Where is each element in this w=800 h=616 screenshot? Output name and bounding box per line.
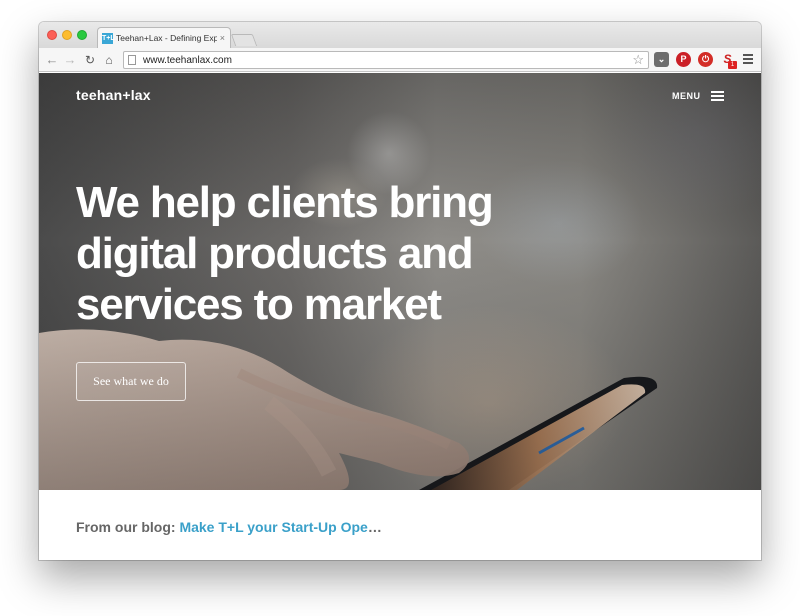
hero-headline: We help clients bring digital products a… [76, 178, 494, 329]
browser-toolbar: ← → ↻ ⌂ www.teehanlax.com ☆ ⌄ P ⏻ S 1 [39, 48, 761, 72]
menu-button[interactable]: MENU [672, 89, 724, 103]
see-what-we-do-button[interactable]: See what we do [76, 362, 186, 401]
back-button[interactable]: ← [44, 51, 60, 69]
extension-badge: 1 [728, 61, 737, 69]
forward-button[interactable]: → [62, 51, 78, 69]
hamburger-icon [710, 89, 724, 103]
zoom-window-button[interactable] [77, 30, 87, 40]
blog-post-link[interactable]: Make T+L your Start-Up Ope [179, 519, 367, 535]
new-tab-button[interactable] [230, 34, 258, 46]
close-tab-icon[interactable]: × [220, 33, 225, 43]
menu-label: MENU [672, 91, 701, 101]
home-button[interactable]: ⌂ [101, 51, 117, 69]
page-viewport: teehan+lax MENU We help clients bring di… [39, 73, 761, 560]
tab-title: Teehan+Lax - Defining Exp [116, 33, 217, 43]
blog-ellipsis: … [367, 519, 382, 535]
browser-window: T+L Teehan+Lax - Defining Exp × ← → ↻ ⌂ … [39, 22, 761, 560]
blog-teaser: From our blog: Make T+L your Start-Up Op… [76, 519, 382, 535]
close-window-button[interactable] [47, 30, 57, 40]
pinterest-extension-icon[interactable]: P [676, 52, 691, 67]
reload-button[interactable]: ↻ [82, 51, 98, 69]
site-favicon-icon: T+L [102, 32, 115, 44]
hero-section: teehan+lax MENU We help clients bring di… [39, 73, 761, 490]
url-text[interactable]: www.teehanlax.com [143, 55, 632, 66]
lastpass-extension-icon[interactable]: ⏻ [698, 52, 713, 67]
tab-active[interactable]: T+L Teehan+Lax - Defining Exp × [97, 27, 231, 48]
minimize-window-button[interactable] [62, 30, 72, 40]
address-bar[interactable]: www.teehanlax.com ☆ [123, 51, 649, 69]
bookmark-star-icon[interactable]: ☆ [632, 52, 644, 68]
blog-prefix: From our blog: [76, 519, 180, 535]
site-logo[interactable]: teehan+lax [76, 87, 151, 103]
pocket-extension-icon[interactable]: ⌄ [654, 52, 669, 67]
page-icon [128, 55, 136, 65]
browser-menu-icon[interactable] [743, 54, 753, 66]
tab-strip: T+L Teehan+Lax - Defining Exp × [39, 22, 761, 48]
